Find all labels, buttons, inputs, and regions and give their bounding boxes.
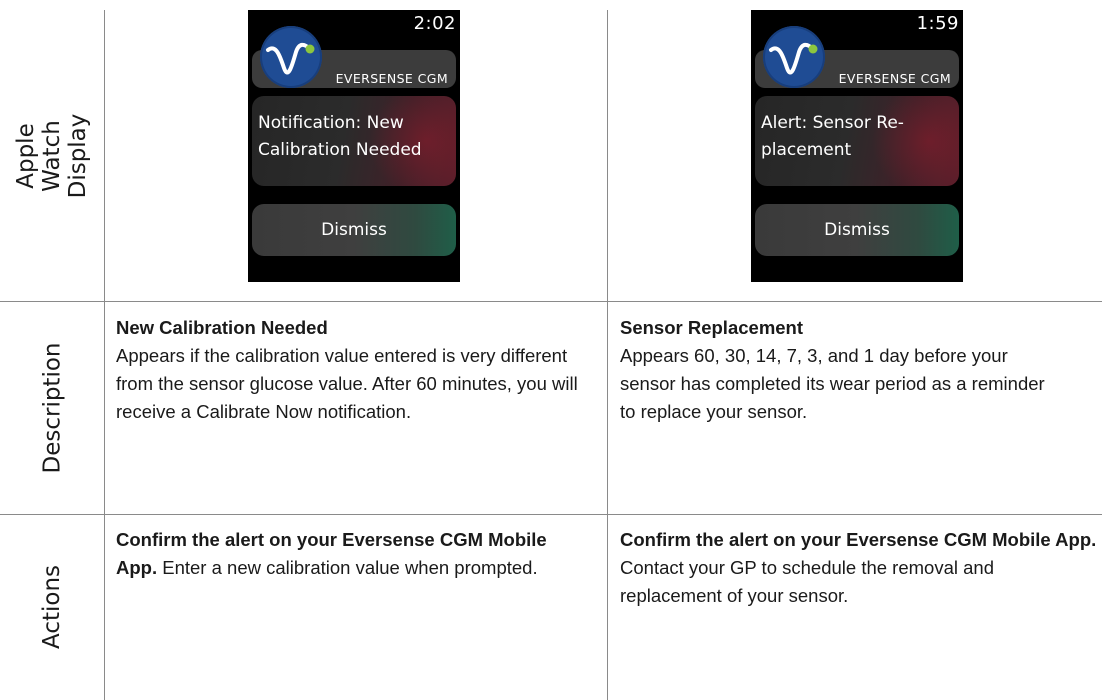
table-column-divider: [607, 10, 608, 700]
row-header-description: Description: [0, 301, 104, 514]
description-body: Appears if the calibration value entered…: [116, 345, 578, 422]
action-instruction-text: Enter a new calibration value when promp…: [157, 557, 538, 578]
action-cell-sensor-replacement: Confirm the alert on your Eversense CGM …: [620, 526, 1098, 610]
description-body: Appears 60, 30, 14, 7, 3, and 1 day befo…: [620, 345, 1045, 422]
apple-watch-screen-calibration: 2:02 EVERSENSE CGM Notification: New Cal…: [248, 10, 460, 282]
row-header-actions-label: Actions: [38, 564, 65, 650]
row-header-actions: Actions: [0, 514, 104, 700]
watch-time: 2:02: [413, 13, 456, 34]
eversense-logo-icon: [763, 26, 825, 88]
row-header-description-label: Description: [39, 342, 65, 473]
watch-app-name: EVERSENSE CGM: [335, 71, 448, 86]
action-instruction-text: Contact your GP to schedule the removal …: [620, 557, 994, 606]
row-header-display: Apple Watch Display: [0, 10, 104, 301]
description-title: New Calibration Needed: [116, 317, 328, 338]
row-header-display-label: Apple Watch Display: [13, 113, 91, 198]
table-row-divider-1: [0, 301, 1102, 302]
watch-time: 1:59: [916, 13, 959, 34]
description-title: Sensor Replacement: [620, 317, 804, 338]
watch-app-name: EVERSENSE CGM: [838, 71, 951, 86]
action-cell-calibration: Confirm the alert on your Eversense CGM …: [116, 526, 586, 582]
table-border-left: [104, 10, 105, 700]
dismiss-button[interactable]: Dismiss: [252, 204, 456, 256]
description-cell-sensor-replacement: Sensor Replacement Appears 60, 30, 14, 7…: [620, 314, 1060, 426]
eversense-logo-icon: [260, 26, 322, 88]
apple-watch-screen-sensor-replacement: 1:59 EVERSENSE CGM Alert: Sensor Re-plac…: [751, 10, 963, 282]
dismiss-button[interactable]: Dismiss: [755, 204, 959, 256]
table-row-divider-2: [0, 514, 1102, 515]
alert-message: Alert: Sensor Re-placement: [761, 113, 904, 160]
notification-message: Notification: New Calibration Needed: [258, 113, 422, 160]
action-instruction-bold: Confirm the alert on your Eversense CGM …: [620, 529, 1097, 550]
description-cell-calibration: New Calibration Needed Appears if the ca…: [116, 314, 586, 426]
